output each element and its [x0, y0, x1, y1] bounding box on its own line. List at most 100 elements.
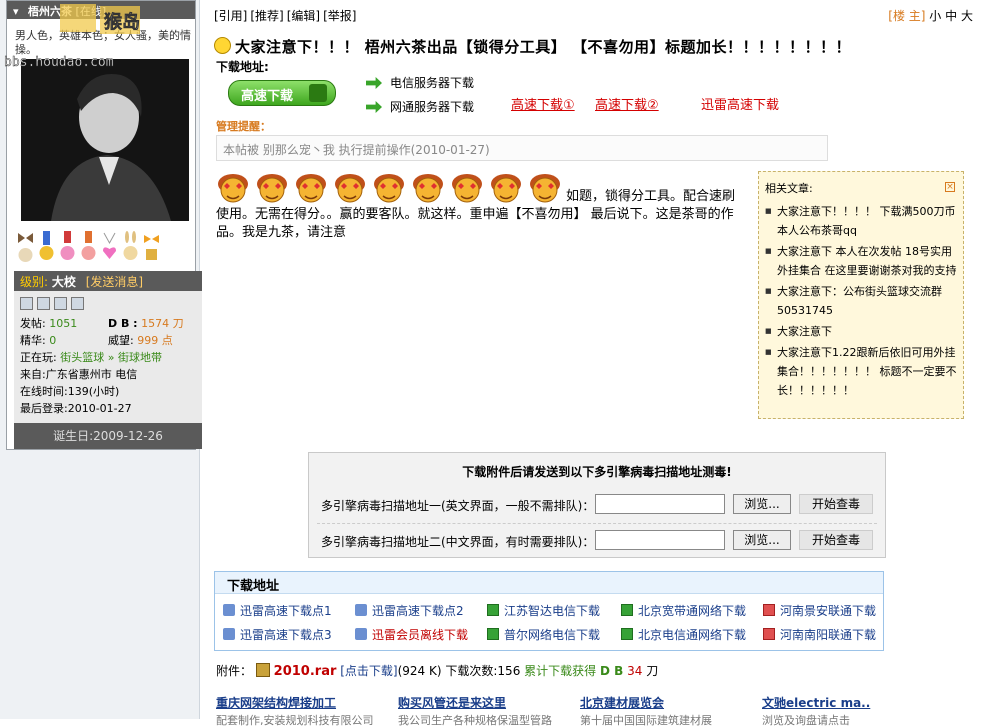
post-main: [引用] [推荐] [编辑] [举报] [楼 主] 小 中 大 大家注意下！！！ 梧州…	[206, 0, 981, 727]
author-sidebar: ▾ 梧州六茶 [在线] 男人色，英雄本色；女人骚，美的情操。 级别: 大校 [发…	[0, 0, 202, 719]
scan-row-2-label: 多引擎病毒扫描地址二(中文界面，有时需要排队)：	[321, 535, 595, 549]
author-username[interactable]: 梧州六茶	[28, 5, 72, 18]
playing-game-link[interactable]: 街头篮球	[60, 351, 104, 364]
post-body-rest: 使用。无需在得分。。赢的要客队。就这样。重申遍【不喜勿用】 最后说下。这是茶哥的…	[216, 207, 734, 240]
download-count: 156	[497, 664, 521, 678]
font-large-button[interactable]: 大	[961, 9, 973, 23]
prestige-label: 威望:	[108, 334, 134, 347]
playing-area-link[interactable]: 街球地带	[118, 351, 162, 364]
related-article-link[interactable]: 大家注意下！！！！ 下载满500刀币本人公布茶哥qq	[765, 202, 957, 240]
download-mirror-label: 迅雷高速下载点2	[372, 604, 464, 618]
browse-button-1[interactable]: 浏览...	[733, 494, 791, 514]
download-address-label: 下载地址:	[216, 60, 269, 74]
ad-subtitle-1: 配套制作,安装规划科技有限公司	[216, 714, 374, 727]
quote-button[interactable]: [引用]	[214, 9, 247, 23]
download-mirrors-heading: 下载地址	[215, 572, 883, 594]
download-mirror-link[interactable]: 河南景安联通下载	[763, 602, 876, 619]
scan-file-input-1[interactable]	[595, 494, 725, 514]
medal-bunny-icon[interactable]	[121, 229, 140, 265]
ad-link-3[interactable]: 北京建材展览会	[580, 694, 664, 711]
medal-star-icon[interactable]	[37, 229, 56, 265]
posts-label: 发帖:	[20, 317, 46, 330]
ad-link-4[interactable]: 文驰electric ma..	[762, 694, 870, 711]
virus-scan-heading: 下载附件后请发送到以下多引擎病毒扫描地址测毒!	[462, 465, 732, 479]
ad-link-2[interactable]: 购买风管还是来这里	[398, 694, 506, 711]
profile-action-icons	[20, 297, 196, 315]
netcom-server-link[interactable]: 网通服务器下载	[366, 98, 474, 115]
download-mirror-link[interactable]: 迅雷会员离线下载	[355, 626, 468, 643]
ad-subtitle-2: 我公司生产各种规格保温型管路	[398, 714, 552, 727]
online-tag: [在线]	[75, 5, 107, 18]
author-stats: 发帖: 1051 D B : 1574 刀 精华: 0 威望: 999 点 正在…	[14, 291, 202, 423]
stats-row-playing: 正在玩: 街头篮球 » 街球地带	[20, 349, 196, 366]
medal-ribbon-icon[interactable]	[142, 229, 161, 265]
download-mirror-link[interactable]: 江苏智达电信下载	[487, 602, 600, 619]
download-mirror-link[interactable]: 迅雷高速下载点3	[223, 626, 332, 643]
author-profile-card: ▾ 梧州六茶 [在线] 男人色，英雄本色；女人骚，美的情操。 级别: 大校 [发…	[6, 0, 202, 450]
related-article-link[interactable]: 大家注意下：公布街头篮球交流群50531745	[765, 282, 957, 320]
browse-button-2[interactable]: 浏览...	[733, 530, 791, 550]
db-value: 1574 刀	[141, 317, 184, 330]
download-arrow-icon	[309, 84, 327, 102]
related-article-link[interactable]: 大家注意下	[765, 322, 957, 341]
medal-heart-icon[interactable]	[100, 229, 119, 265]
post-title-row: 大家注意下！！！ 梧州六茶出品【锁得分工具】 【不喜勿用】标题加长！！！！！！！…	[214, 36, 851, 57]
download-mirror-link[interactable]: 北京电信通网络下载	[621, 626, 746, 643]
author-avatar[interactable]	[21, 59, 189, 221]
management-notice: 本帖被 别那么宠丶我 执行提前操作(2010-01-27)	[216, 135, 828, 161]
start-scan-button-1[interactable]: 开始查毒	[799, 494, 873, 514]
profile-card-icon[interactable]	[20, 297, 33, 310]
scan-row-1-label: 多引擎病毒扫描地址一(英文界面，一般不需排队)：	[321, 499, 595, 513]
fast-download-1-link[interactable]: 高速下载①	[511, 94, 575, 113]
edit-button[interactable]: [编辑]	[287, 9, 320, 23]
related-articles-box: 相关文章: × 大家注意下！！！！ 下载满500刀币本人公布茶哥qq大家注意下 …	[758, 171, 964, 419]
download-mirror-link[interactable]: 普尔网络电信下载	[487, 626, 600, 643]
red-download-icon	[763, 604, 775, 616]
birthday-bar: 诞生日:2009-12-26	[14, 423, 202, 449]
medal-flower-icon[interactable]	[58, 229, 77, 265]
author-signature: 男人色，英雄本色；女人骚，美的情操。	[15, 29, 191, 56]
db-currency-label: D B	[600, 664, 624, 678]
close-icon[interactable]: ×	[945, 182, 955, 192]
download-mirror-label: 北京电信通网络下载	[638, 628, 747, 642]
fast-download-2-link[interactable]: 高速下载②	[595, 94, 659, 113]
level-label: 级别:	[20, 275, 49, 289]
xunlei-download-link[interactable]: 迅雷高速下载	[701, 94, 779, 113]
download-mirror-link[interactable]: 迅雷高速下载点1	[223, 602, 332, 619]
add-friend-icon[interactable]	[54, 297, 67, 310]
stats-row-posts: 发帖: 1051 D B : 1574 刀	[20, 315, 196, 332]
download-mirror-link[interactable]: 迅雷高速下载点2	[355, 602, 464, 619]
start-scan-button-2[interactable]: 开始查毒	[799, 530, 873, 550]
medal-bow-icon[interactable]	[16, 229, 35, 265]
xunlei-icon	[355, 604, 367, 616]
download-mirror-label: 河南南阳联通下载	[780, 628, 877, 642]
author-level-bar: 级别: 大校 [发送消息]	[14, 271, 202, 291]
playing-label: 正在玩:	[20, 351, 57, 364]
related-article-link[interactable]: 大家注意下1.22跟新后依旧可用外挂集合！！！！！！！ 标题不一定要不长！！！！…	[765, 343, 957, 400]
font-medium-button[interactable]: 中	[945, 9, 957, 23]
ad-link-1[interactable]: 重庆网架结构焊接加工	[216, 694, 336, 711]
scan-file-input-2[interactable]	[595, 530, 725, 550]
stats-row-from: 来自:广东省惠州市 电信	[20, 366, 196, 383]
document-icon[interactable]	[37, 297, 50, 310]
report-button[interactable]: [举报]	[323, 9, 356, 23]
attachment-filename-link[interactable]: 2010.rar	[274, 664, 337, 679]
attachment-download-link[interactable]: [点击下载]	[340, 664, 397, 678]
netcom-server-label: 网通服务器下载	[390, 100, 475, 114]
medal-plus-icon[interactable]	[79, 229, 98, 265]
send-message-link[interactable]: [发送消息]	[86, 275, 143, 289]
high-speed-download-button[interactable]: 高速下载	[228, 80, 336, 106]
floor-label[interactable]: [楼 主]	[888, 9, 925, 23]
email-icon[interactable]	[71, 297, 84, 310]
download-mirror-link[interactable]: 北京宽带通网络下载	[621, 602, 746, 619]
download-mirror-label: 北京宽带通网络下载	[638, 604, 747, 618]
font-small-button[interactable]: 小	[929, 9, 941, 23]
telecom-server-link[interactable]: 电信服务器下载	[366, 74, 474, 91]
red-download-icon	[763, 628, 775, 640]
collapse-arrow-icon[interactable]: ▾	[13, 5, 19, 18]
download-mirror-link[interactable]: 河南南阳联通下载	[763, 626, 876, 643]
green-arrow-icon	[366, 101, 382, 113]
online-label: 在线时间:	[20, 385, 68, 398]
recommend-button[interactable]: [推荐]	[250, 9, 283, 23]
related-article-link[interactable]: 大家注意下 本人在次发帖 18号实用外挂集合 在这里要谢谢茶对我的支持	[765, 242, 957, 280]
